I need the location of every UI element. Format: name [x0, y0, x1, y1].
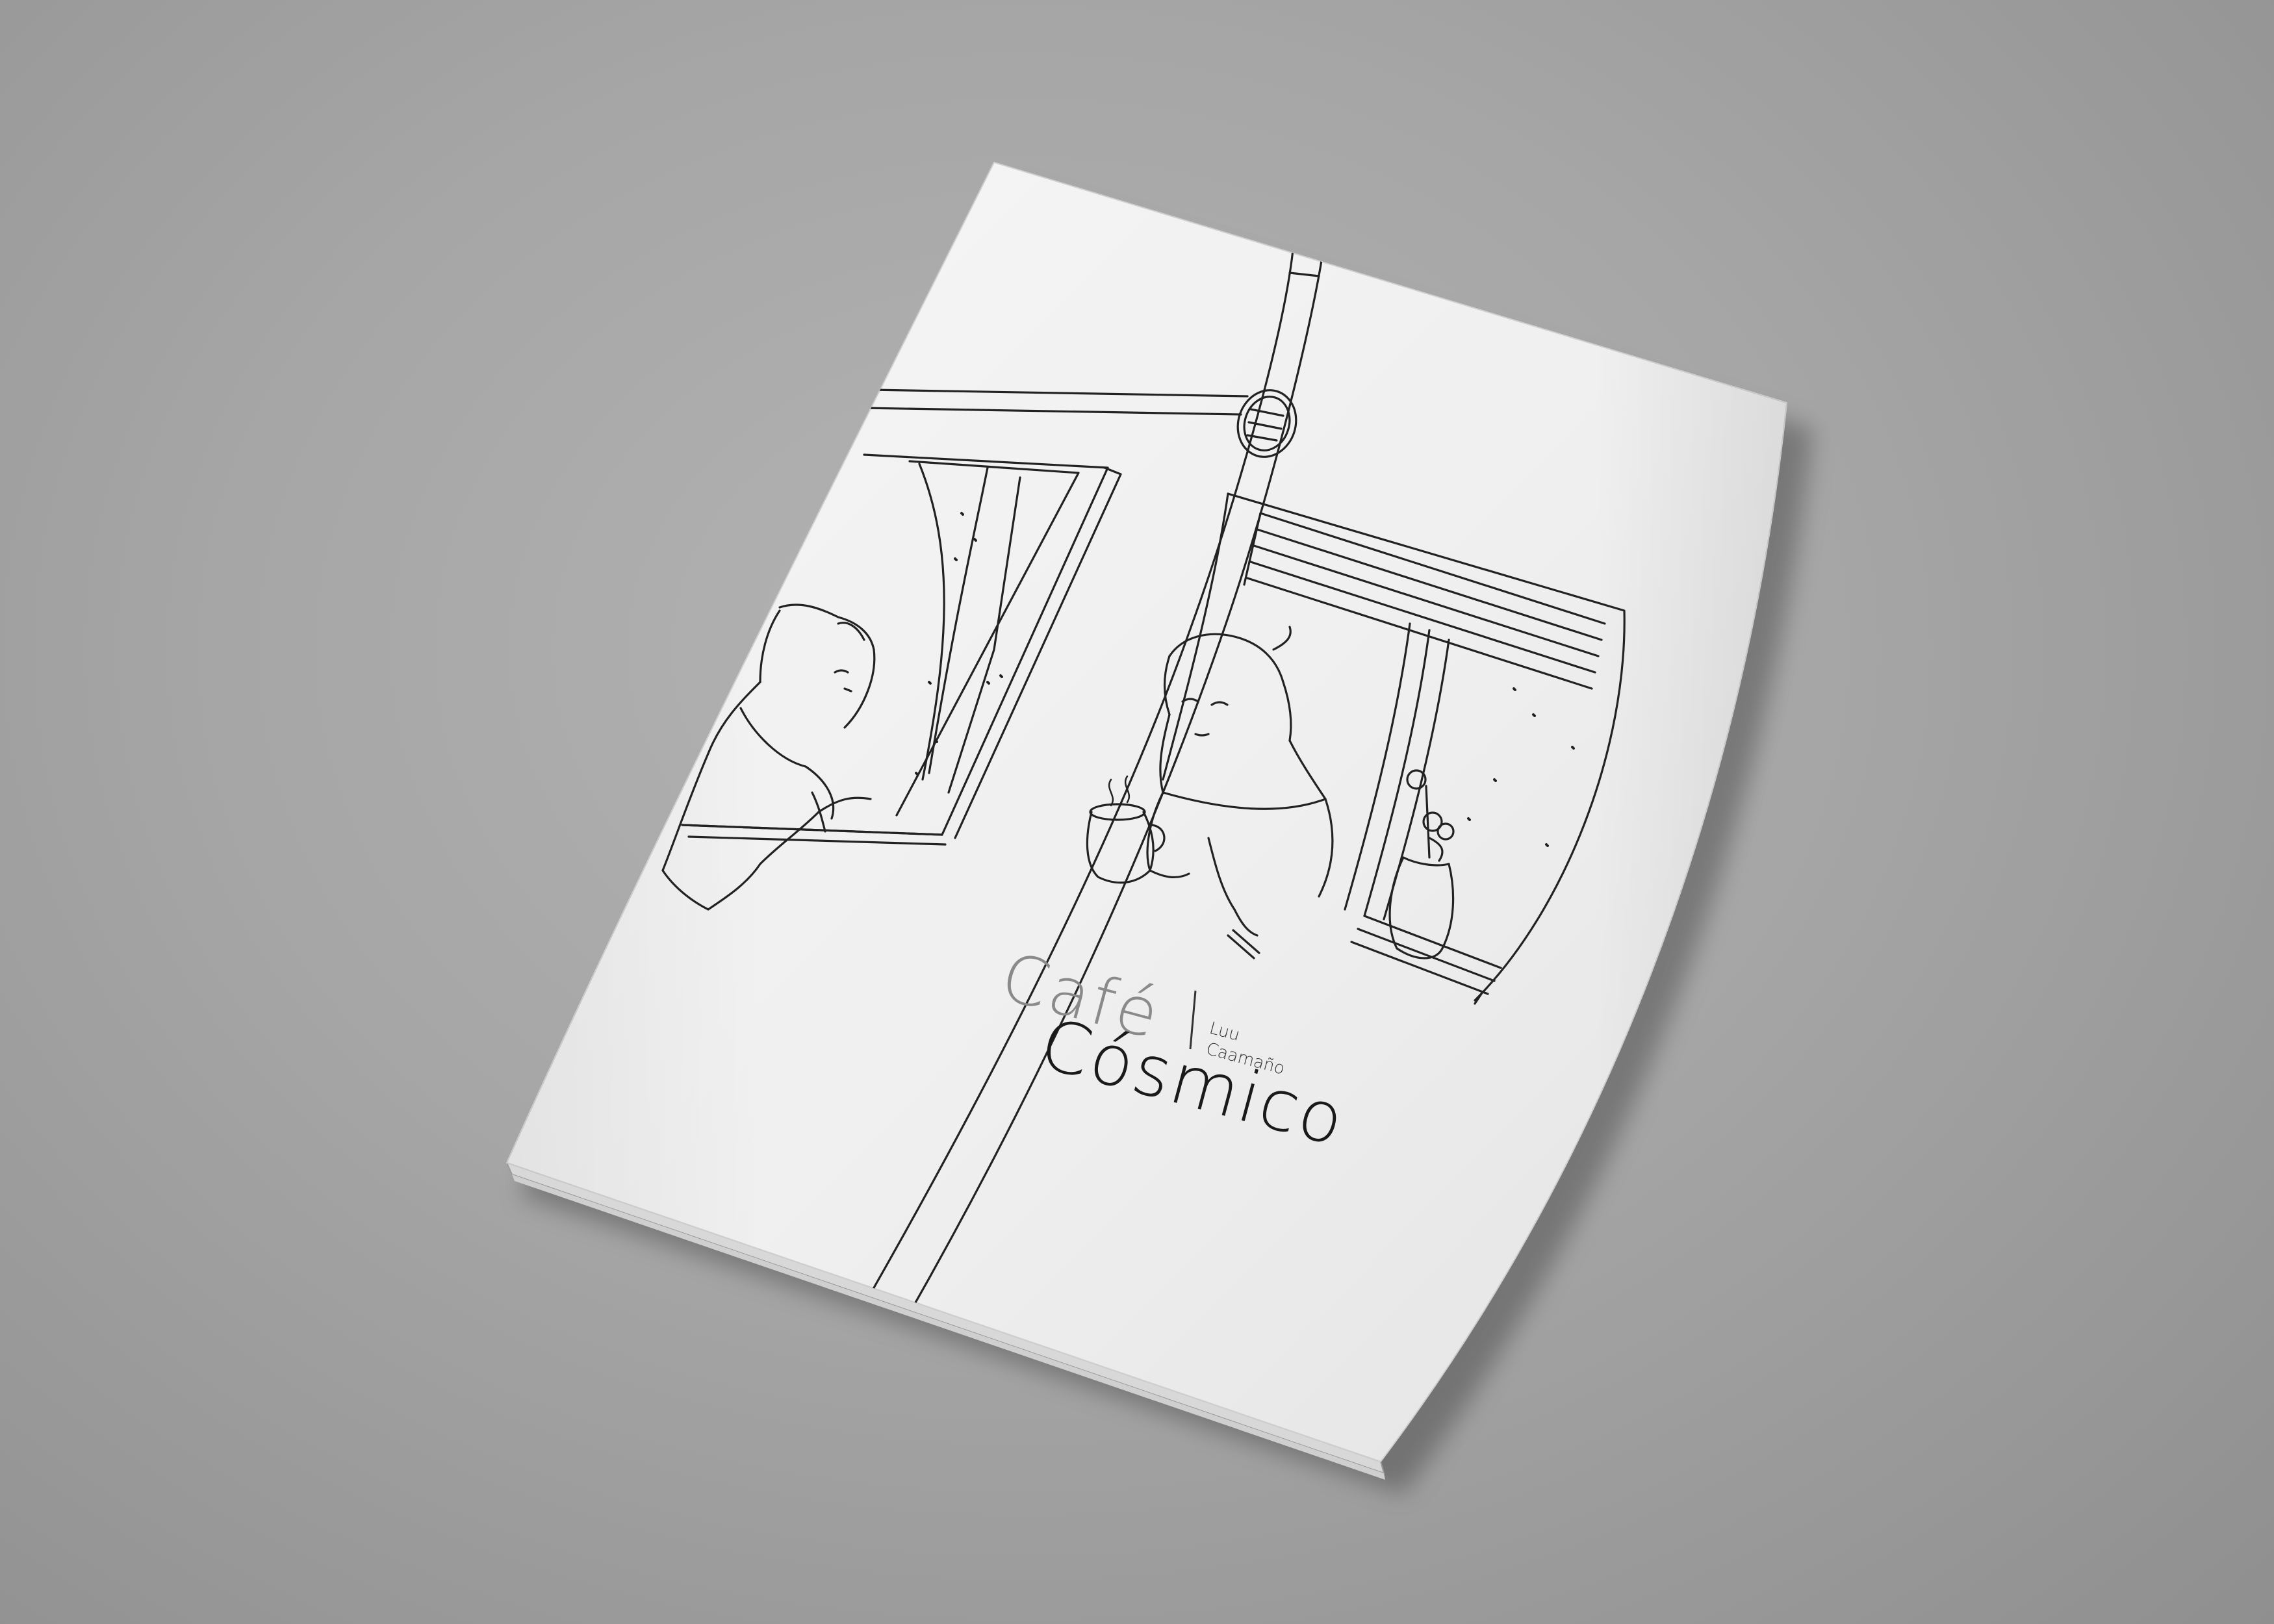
cover-shading: [507, 162, 1787, 1462]
booklet-scene: Café Luu Caamaño Cósmico: [505, 161, 1813, 1494]
